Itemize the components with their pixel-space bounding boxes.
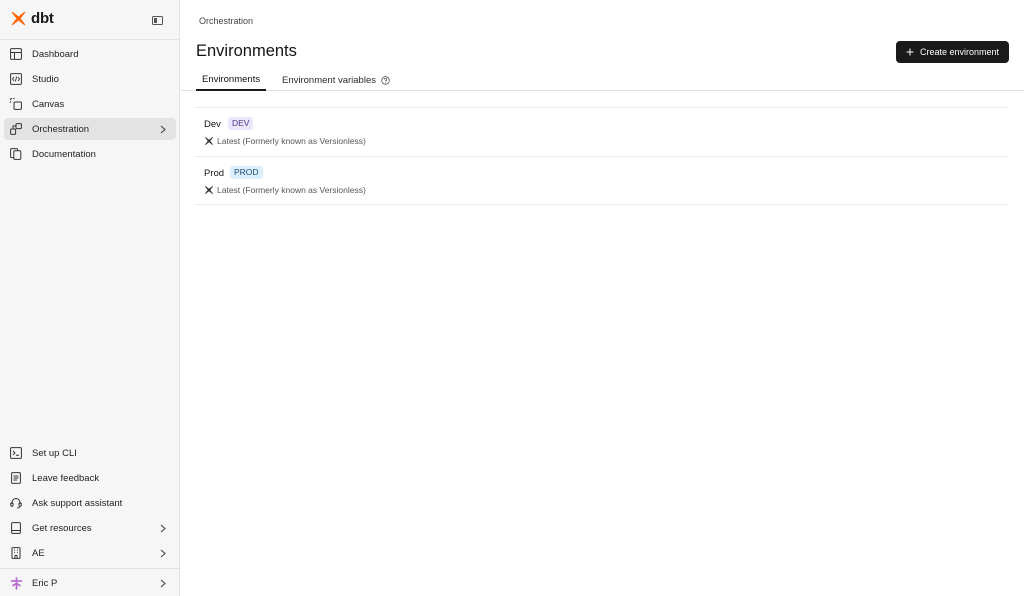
chevron-right-icon bbox=[158, 577, 168, 589]
documentation-icon bbox=[9, 147, 23, 161]
sidebar-item-label: Studio bbox=[32, 73, 59, 85]
chevron-right-icon bbox=[158, 547, 168, 559]
sidebar-item-orchestration[interactable]: Orchestration bbox=[4, 118, 176, 140]
logo-row: dbt bbox=[0, 0, 180, 40]
feedback-icon bbox=[9, 471, 23, 485]
tab-bar: Environments Environment variables bbox=[181, 70, 1024, 91]
environment-name: Dev bbox=[204, 119, 221, 130]
user-menu[interactable]: Eric P bbox=[4, 572, 176, 594]
environment-version-label: Latest (Formerly known as Versionless) bbox=[217, 136, 366, 146]
sidebar-divider bbox=[0, 568, 180, 569]
terminal-icon bbox=[9, 446, 23, 460]
headset-icon bbox=[9, 496, 23, 510]
sidebar-item-label: Documentation bbox=[32, 148, 96, 160]
create-environment-label: Create environment bbox=[919, 47, 1000, 57]
create-environment-button[interactable]: Create environment bbox=[896, 41, 1009, 63]
sidebar: dbt Dashboard Studio Canvas Orchestratio… bbox=[0, 0, 180, 596]
tab-label: Environment variables bbox=[282, 75, 376, 86]
sidebar-item-label: AE bbox=[32, 547, 45, 559]
sidebar-item-label: Dashboard bbox=[32, 48, 79, 60]
sidebar-item-documentation[interactable]: Documentation bbox=[4, 143, 176, 165]
dbt-version-icon bbox=[205, 137, 213, 145]
page-title: Environments bbox=[196, 42, 297, 60]
plus-icon bbox=[906, 48, 914, 56]
dbt-version-icon bbox=[205, 186, 213, 194]
environment-type-badge: PROD bbox=[230, 166, 263, 179]
user-name: Eric P bbox=[32, 577, 58, 589]
environment-version-label: Latest (Formerly known as Versionless) bbox=[217, 185, 366, 195]
dashboard-icon bbox=[9, 47, 23, 61]
sidebar-item-leave-feedback[interactable]: Leave feedback bbox=[4, 467, 176, 489]
sidebar-item-canvas[interactable]: Canvas bbox=[4, 93, 176, 115]
breadcrumb[interactable]: Orchestration bbox=[199, 16, 253, 26]
environment-version: Latest (Formerly known as Versionless) bbox=[204, 185, 366, 195]
environment-version: Latest (Formerly known as Versionless) bbox=[204, 136, 366, 146]
tab-environment-variables[interactable]: Environment variables bbox=[282, 70, 390, 91]
book-icon bbox=[9, 521, 23, 535]
sidebar-item-studio[interactable]: Studio bbox=[4, 68, 176, 90]
sidebar-item-ask-support-assistant[interactable]: Ask support assistant bbox=[4, 492, 176, 514]
collapse-sidebar-button[interactable] bbox=[150, 13, 164, 27]
sidebar-item-setup-cli[interactable]: Set up CLI bbox=[4, 442, 176, 464]
dbt-logo-icon bbox=[11, 11, 26, 26]
building-icon bbox=[9, 546, 23, 560]
sidebar-item-label: Orchestration bbox=[32, 123, 90, 135]
sidebar-item-label: Canvas bbox=[32, 98, 65, 110]
orchestration-icon bbox=[9, 122, 23, 136]
canvas-icon bbox=[9, 97, 23, 111]
sidebar-item-account[interactable]: AE bbox=[4, 542, 176, 564]
sidebar-item-dashboard[interactable]: Dashboard bbox=[4, 43, 176, 65]
sidebar-toggle-icon bbox=[151, 15, 163, 25]
help-circle-icon bbox=[381, 76, 390, 85]
dbt-logo[interactable]: dbt bbox=[10, 10, 54, 27]
chevron-right-icon bbox=[158, 123, 168, 135]
sidebar-item-get-resources[interactable]: Get resources bbox=[4, 517, 176, 539]
environment-row-prod[interactable]: Prod PROD Latest (Formerly known as Vers… bbox=[196, 156, 1009, 205]
environment-row-dev[interactable]: Dev DEV Latest (Formerly known as Versio… bbox=[196, 107, 1009, 156]
main-content: Orchestration Environments Create enviro… bbox=[181, 0, 1024, 596]
environment-list: Dev DEV Latest (Formerly known as Versio… bbox=[196, 107, 1009, 205]
chevron-right-icon bbox=[158, 522, 168, 534]
sidebar-item-label: Get resources bbox=[32, 522, 92, 534]
sidebar-item-label: Set up CLI bbox=[32, 447, 77, 459]
sidebar-item-label: Leave feedback bbox=[32, 472, 100, 484]
tab-label: Environments bbox=[202, 74, 261, 85]
tab-environments[interactable]: Environments bbox=[196, 70, 267, 91]
sidebar-item-label: Ask support assistant bbox=[32, 497, 123, 509]
code-icon bbox=[9, 72, 23, 86]
environment-type-badge: DEV bbox=[228, 117, 254, 130]
logo-text: dbt bbox=[31, 10, 54, 27]
user-avatar-icon bbox=[9, 576, 23, 590]
environment-name: Prod bbox=[204, 168, 225, 179]
